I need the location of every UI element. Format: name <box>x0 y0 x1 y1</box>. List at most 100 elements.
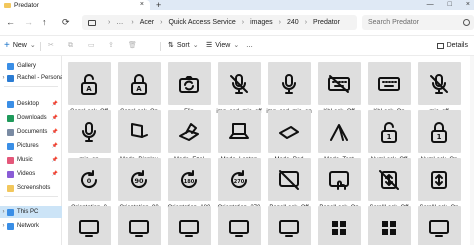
sidebar-item-music[interactable]: Music 📌 <box>0 154 62 166</box>
file-item[interactable] <box>415 206 463 245</box>
sidebar-item-downloads[interactable]: Downloads 📌 <box>0 112 62 124</box>
file-item[interactable]: KbLock_On <box>365 62 413 115</box>
file-item[interactable]: Mode_Laptop <box>215 110 263 163</box>
expand-chevron-icon[interactable]: › <box>0 209 7 215</box>
file-item[interactable]: Flip <box>165 62 213 115</box>
sidebar-item-documents[interactable]: Documents 📌 <box>0 126 62 138</box>
new-label: New <box>12 42 27 49</box>
folder-icon <box>4 2 11 8</box>
file-item[interactable]: 90Orientation_90 <box>115 158 163 211</box>
file-item[interactable] <box>265 206 313 245</box>
file-item[interactable]: Mode_Display <box>115 110 163 163</box>
file-item[interactable]: KbLock_Off <box>315 62 363 115</box>
file-item[interactable] <box>165 206 213 245</box>
search-icon <box>463 19 470 26</box>
folder-icon <box>7 184 14 192</box>
file-thumbnail <box>317 206 361 245</box>
file-item[interactable]: Mode_Pad <box>265 110 313 163</box>
pin-icon: 📌 <box>51 115 58 121</box>
file-item[interactable] <box>65 206 113 245</box>
file-item[interactable]: ACapsLock_On <box>115 62 163 115</box>
chevron-down-icon: ⌄ <box>29 42 36 49</box>
file-item[interactable]: 0Orientation_0 <box>65 158 113 211</box>
breadcrumb-item[interactable]: Predator <box>313 19 340 26</box>
sidebar-item-this-pc[interactable]: › This PC <box>0 206 62 218</box>
tab-close-button[interactable]: × <box>140 1 144 8</box>
file-item[interactable]: 270Orientation_270 <box>215 158 263 211</box>
back-button[interactable]: ← <box>6 16 15 28</box>
up-button[interactable]: ↑ <box>42 16 47 28</box>
sidebar-item-label: Desktop <box>17 101 40 107</box>
minimize-button[interactable]: — <box>427 0 434 10</box>
rotate-180-icon: 180 <box>181 169 198 188</box>
file-item[interactable]: img_osd_mic_on <box>265 62 313 115</box>
scroll-lock-icon <box>431 170 447 189</box>
file-item[interactable] <box>215 206 263 245</box>
sort-button[interactable]: ⇅ Sort ⌄ <box>168 40 199 52</box>
file-thumbnail: 180 <box>167 158 211 201</box>
search-placeholder: Search Predator <box>368 19 419 26</box>
breadcrumb-item[interactable]: Quick Access Service <box>168 19 235 26</box>
breadcrumb-item[interactable]: 240 <box>287 19 299 26</box>
keyboard-icon <box>378 76 400 91</box>
file-item[interactable] <box>365 206 413 245</box>
forward-button[interactable]: → <box>24 16 33 28</box>
tab-predator[interactable]: Predator × <box>0 0 150 10</box>
pictures-icon <box>7 142 14 150</box>
cloud-icon <box>7 74 14 82</box>
pin-icon: 📌 <box>51 157 58 163</box>
new-button[interactable]: + New ⌄ <box>4 40 36 52</box>
expand-chevron-icon[interactable]: › <box>0 75 7 81</box>
breadcrumb-overflow[interactable]: … <box>116 19 123 26</box>
vertical-scrollbar[interactable] <box>470 56 474 245</box>
file-item[interactable]: Mode_Tent <box>315 110 363 163</box>
screen-icon <box>279 219 299 237</box>
expand-chevron-icon[interactable]: › <box>0 223 7 229</box>
sidebar-item-desktop[interactable]: Desktop 📌 <box>0 98 62 110</box>
file-item[interactable]: 1NumLock_Off <box>365 110 413 163</box>
sidebar-item-pictures[interactable]: Pictures 📌 <box>0 140 62 152</box>
file-item[interactable] <box>115 206 163 245</box>
copy-icon[interactable]: ⧉ <box>68 40 73 52</box>
new-tab-button[interactable]: + <box>156 0 161 10</box>
sidebar-item-screenshots[interactable]: Screenshots <box>0 182 62 194</box>
rename-icon[interactable]: ▭ <box>88 40 95 52</box>
share-icon[interactable]: ⇪ <box>108 40 114 52</box>
details-button[interactable]: Details <box>436 40 468 52</box>
breadcrumb-item[interactable]: Acer <box>140 19 154 26</box>
file-item[interactable]: img_osd_mic_off <box>215 62 263 115</box>
file-item[interactable]: ACapsLock_Off <box>65 62 113 115</box>
breadcrumb-item[interactable]: images <box>250 19 273 26</box>
file-item[interactable]: Mode_Ezel <box>165 110 213 163</box>
file-item[interactable]: 180Orientation_180 <box>165 158 213 211</box>
file-item[interactable]: ScrollLock_On <box>415 158 463 211</box>
file-thumbnail <box>217 206 261 245</box>
close-button[interactable]: × <box>466 0 470 10</box>
sidebar-item-network[interactable]: › Network <box>0 220 62 232</box>
sidebar-item-gallery[interactable]: Gallery <box>0 60 62 72</box>
file-grid: ACapsLock_OffACapsLock_OnFlipimg_osd_mic… <box>62 56 474 245</box>
maximize-button[interactable]: □ <box>448 0 452 10</box>
sidebar-item-videos[interactable]: Videos 📌 <box>0 168 62 180</box>
gallery-icon <box>7 62 14 70</box>
breadcrumb[interactable]: › … › Acer › Quick Access Service › images › 2… <box>82 15 357 30</box>
refresh-button[interactable]: ⟳ <box>62 16 70 28</box>
mode-pad-icon <box>279 125 299 139</box>
file-item[interactable]: ScrollLock_Off <box>365 158 413 211</box>
file-item[interactable]: PanelLock_On <box>315 158 363 211</box>
search-box[interactable]: Search Predator <box>362 15 474 30</box>
file-thumbnail <box>367 206 411 245</box>
file-thumbnail <box>417 62 461 105</box>
file-item[interactable]: PanelLock_Off <box>265 158 313 211</box>
file-thumbnail: A <box>67 62 111 105</box>
delete-icon[interactable]: 🗑 <box>128 40 137 52</box>
file-item[interactable] <box>315 206 363 245</box>
file-item[interactable]: mic_on <box>65 110 113 163</box>
file-item[interactable]: 1NumLock_On <box>415 110 463 163</box>
more-options-button[interactable]: … <box>246 40 253 52</box>
sidebar-item-rachel-personal[interactable]: › Rachel - Personal <box>0 72 62 84</box>
file-item[interactable]: mic_off <box>415 62 463 115</box>
svg-text:1: 1 <box>437 133 442 141</box>
cut-icon[interactable]: ✂ <box>48 40 54 52</box>
view-button[interactable]: ☰ View ⌄ <box>206 40 239 52</box>
